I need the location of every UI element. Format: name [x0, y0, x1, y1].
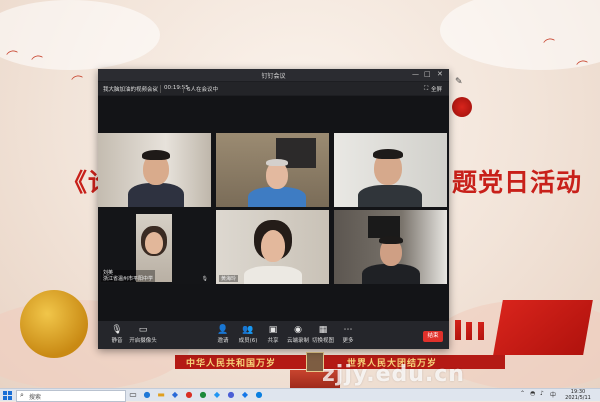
- participant-head: [145, 232, 163, 254]
- fullscreen-label[interactable]: 全屏: [431, 85, 442, 93]
- more-label: 更多: [342, 338, 354, 344]
- divider: [183, 85, 184, 93]
- participant-body: [248, 187, 306, 207]
- app-icon[interactable]: ●: [184, 390, 194, 400]
- task-view-icon[interactable]: ▭: [128, 390, 138, 400]
- taskbar-search-input[interactable]: ⌕ 搜索: [16, 390, 126, 402]
- video-tile[interactable]: [334, 210, 447, 284]
- watermark-text: zjjy.edu.cn: [322, 362, 465, 387]
- edge-browser-icon[interactable]: ●: [142, 390, 152, 400]
- taskbar: ⌕ 搜索 ▭ ● ▬ ◆ ● ● ◆ ● ◆ ● ⌃ ◓ ♪ 中 19:30 2…: [0, 388, 600, 402]
- participant-hair: [142, 150, 170, 160]
- participant-hair: [266, 159, 288, 166]
- camera-button[interactable]: ▭ 开启摄像头: [128, 324, 158, 344]
- participant-head: [261, 230, 285, 262]
- app-icon[interactable]: ●: [198, 390, 208, 400]
- window-title: 钉钉会议: [261, 73, 286, 80]
- participant-count: 6人在会议中: [187, 87, 218, 93]
- cloud-decoration: [0, 0, 160, 70]
- monitor-object: [368, 216, 400, 238]
- more-icon: ⋯: [343, 325, 353, 335]
- divider: [160, 85, 161, 93]
- meeting-infobar: 我大脑加油的视频会议 ⌄ 00:19:55 6人在会议中 ⛶ 全屏: [98, 82, 449, 95]
- banner-left-text: 中华人民共和国万岁: [186, 359, 277, 369]
- red-flag-decoration: [455, 320, 461, 340]
- video-tile[interactable]: [334, 133, 447, 207]
- participant-body: [128, 183, 184, 207]
- participant-hair: [379, 236, 403, 244]
- app-icon[interactable]: ●: [254, 390, 264, 400]
- red-flag-decoration: [478, 322, 484, 340]
- clock-date: 2021/5/11: [565, 395, 591, 401]
- more-button[interactable]: ⋯ 更多: [333, 324, 363, 344]
- chevron-down-icon[interactable]: ⌄: [152, 85, 157, 92]
- participant-body: [244, 266, 302, 284]
- participant-body: [362, 264, 420, 284]
- party-emblem-icon: [452, 97, 472, 117]
- video-tile[interactable]: 刘英 浙江省温州市平阳中学 🎙: [98, 210, 211, 284]
- camera-label: 开启摄像头: [129, 338, 157, 344]
- participant-name: 刘英 浙江省温州市平阳中学: [101, 270, 156, 282]
- camera-icon: ▭: [138, 325, 148, 335]
- volume-icon[interactable]: ♪: [540, 390, 544, 397]
- system-clock[interactable]: 19:30 2021/5/11: [560, 389, 596, 401]
- meeting-timer: 00:19:55: [164, 85, 189, 91]
- wallpaper-title-right: 题党日活动: [452, 168, 583, 197]
- video-tile[interactable]: 黄海玲: [216, 210, 329, 284]
- minimize-button[interactable]: —: [412, 70, 419, 78]
- close-button[interactable]: ✕: [437, 70, 443, 78]
- red-flag-decoration: [493, 300, 593, 355]
- windows-start-button[interactable]: [3, 391, 12, 400]
- dingtalk-icon[interactable]: ◆: [240, 390, 250, 400]
- party-emblem-icon: [20, 290, 88, 358]
- search-icon: ⌕: [20, 391, 24, 399]
- ime-icon[interactable]: 中: [550, 390, 556, 399]
- end-meeting-button[interactable]: 结束: [423, 331, 443, 342]
- store-icon[interactable]: ◆: [170, 390, 180, 400]
- fullscreen-icon[interactable]: ⛶: [424, 85, 428, 93]
- file-explorer-icon[interactable]: ▬: [156, 390, 166, 400]
- network-icon[interactable]: ◓: [530, 390, 535, 397]
- desktop-tool-icon[interactable]: ✎: [455, 77, 463, 87]
- tray-expand-icon[interactable]: ⌃: [520, 390, 525, 397]
- app-icon[interactable]: ◆: [212, 390, 222, 400]
- participant-body: [358, 185, 422, 207]
- video-tile[interactable]: [216, 133, 329, 207]
- meeting-toolbar: 🎙 静音 ▭ 开启摄像头 👤 邀请 👥 成员(6) ▣ 共享 ◉ 云端录制 ▦ …: [98, 321, 449, 349]
- video-tile[interactable]: [98, 133, 211, 207]
- participant-hair: [373, 149, 403, 159]
- video-grid: 刘英 浙江省温州市平阳中学 🎙 黄海玲: [98, 96, 449, 321]
- microphone-muted-icon: 🎙: [201, 276, 208, 282]
- app-icon[interactable]: ●: [226, 390, 236, 400]
- window-titlebar: 钉钉会议 — □ ✕: [98, 69, 449, 81]
- red-flag-decoration: [466, 322, 472, 340]
- maximize-button[interactable]: □: [424, 70, 431, 78]
- meeting-name: 我大脑加油的视频会议: [103, 87, 159, 93]
- meeting-window: 钉钉会议 — □ ✕ 我大脑加油的视频会议 ⌄ 00:19:55 6人在会议中 …: [98, 69, 449, 349]
- participant-name: 黄海玲: [219, 275, 239, 282]
